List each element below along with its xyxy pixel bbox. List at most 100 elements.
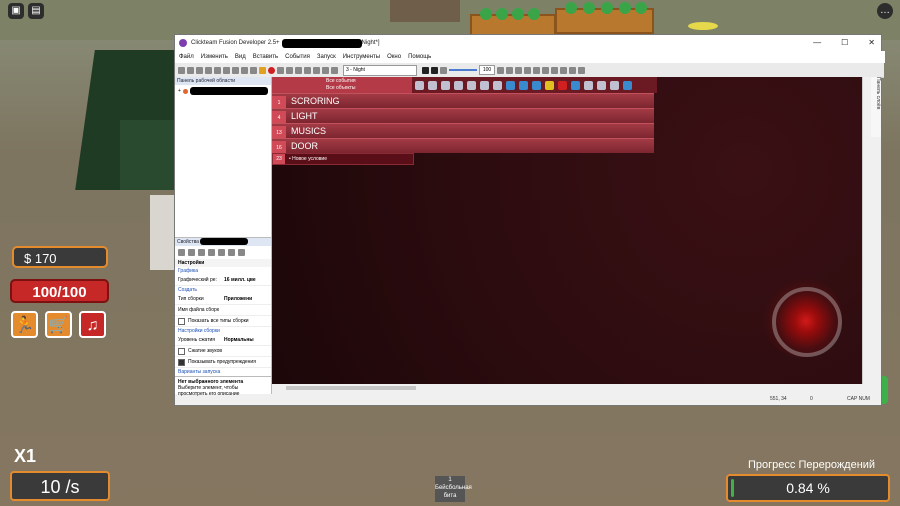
maximize-button[interactable]: ☐ bbox=[841, 38, 848, 47]
menu-view[interactable]: Вид bbox=[235, 54, 246, 60]
event-group-row[interactable]: 13 MUSICS bbox=[272, 123, 654, 140]
settings-tab-icon[interactable] bbox=[178, 249, 185, 256]
special-object-icon[interactable] bbox=[415, 80, 424, 90]
align-icon[interactable] bbox=[515, 66, 522, 74]
object-icon[interactable] bbox=[610, 80, 619, 90]
zoom-value[interactable]: 100 bbox=[479, 65, 495, 75]
group-icon[interactable] bbox=[533, 66, 540, 74]
event-editor-icon[interactable] bbox=[313, 66, 320, 74]
runtime-tab-icon[interactable] bbox=[198, 249, 205, 256]
expand-icon[interactable]: + bbox=[178, 88, 181, 94]
checkbox[interactable] bbox=[178, 317, 185, 325]
menu-events[interactable]: События bbox=[285, 54, 310, 60]
vertical-scrollbar[interactable] bbox=[862, 77, 871, 384]
about-tab-icon[interactable] bbox=[228, 249, 235, 256]
delete-icon[interactable] bbox=[232, 66, 239, 74]
property-checkbox-row[interactable]: Сжатие звуков bbox=[175, 346, 271, 357]
property-value[interactable]: Приложени bbox=[224, 296, 252, 302]
menu-insert[interactable]: Вставить bbox=[253, 54, 278, 60]
data-elements-icon[interactable] bbox=[331, 66, 338, 74]
event-group-row[interactable]: 4 LIGHT bbox=[272, 108, 654, 125]
window-tab-icon[interactable] bbox=[188, 249, 195, 256]
redo-icon[interactable] bbox=[250, 66, 257, 74]
frame-select[interactable]: 3 - Night bbox=[343, 64, 417, 76]
property-row[interactable]: Графический ре: 16 милл. цве bbox=[175, 275, 271, 286]
property-value[interactable]: Нормальны bbox=[224, 337, 254, 343]
new-condition-row[interactable]: 23 • Новое условие bbox=[272, 153, 414, 165]
event-list-icon[interactable] bbox=[322, 66, 329, 74]
open-icon[interactable] bbox=[187, 66, 194, 74]
storyboard-icon[interactable] bbox=[295, 66, 302, 74]
object-icon[interactable] bbox=[558, 80, 567, 90]
frame-editor-icon[interactable] bbox=[304, 66, 311, 74]
workspace-tree-item[interactable]: + bbox=[175, 85, 271, 97]
lock-icon[interactable] bbox=[551, 66, 558, 74]
menu-edit[interactable]: Изменить bbox=[201, 54, 228, 60]
rotate-icon[interactable] bbox=[569, 66, 576, 74]
mouse-object-icon[interactable] bbox=[480, 80, 489, 90]
menu-tools[interactable]: Инструменты bbox=[343, 54, 380, 60]
object-icon[interactable] bbox=[623, 80, 632, 90]
stop-icon[interactable] bbox=[268, 66, 275, 74]
zoom-icon[interactable] bbox=[440, 66, 447, 74]
menu-run[interactable]: Запуск bbox=[317, 54, 336, 60]
run-app-icon[interactable] bbox=[277, 66, 284, 74]
object-icon[interactable] bbox=[545, 80, 554, 90]
menu-file[interactable]: Файл bbox=[179, 54, 194, 60]
minimize-button[interactable]: — bbox=[813, 38, 821, 47]
layers-panel-tab[interactable]: Панель слоёв bbox=[871, 77, 881, 137]
prev-frame-icon[interactable] bbox=[422, 66, 429, 74]
close-button[interactable]: ✕ bbox=[868, 38, 875, 47]
flip-icon[interactable] bbox=[560, 66, 567, 74]
paste-icon[interactable] bbox=[223, 66, 230, 74]
player-object-icon[interactable] bbox=[493, 80, 502, 90]
horizontal-scrollbar[interactable] bbox=[272, 384, 862, 392]
copy-icon[interactable] bbox=[214, 66, 221, 74]
menu-window[interactable]: Окно bbox=[387, 54, 401, 60]
storyboard-object-icon[interactable] bbox=[441, 80, 450, 90]
sound-object-icon[interactable] bbox=[428, 80, 437, 90]
shop-button[interactable]: 🛒 bbox=[45, 311, 72, 338]
property-row[interactable]: Тип сборки Приложени bbox=[175, 294, 271, 305]
windows-tab-icon[interactable] bbox=[238, 249, 245, 256]
property-checkbox-row[interactable]: Показать все типы сборки bbox=[175, 316, 271, 327]
object-icon[interactable] bbox=[532, 80, 541, 90]
menu-help[interactable]: Помощь bbox=[408, 54, 431, 60]
more-icon[interactable]: … bbox=[877, 3, 893, 19]
object-icon[interactable] bbox=[506, 80, 515, 90]
ungroup-icon[interactable] bbox=[542, 66, 549, 74]
object-icon[interactable] bbox=[571, 80, 580, 90]
property-value[interactable]: 16 милл. цве bbox=[224, 277, 256, 283]
checkbox[interactable] bbox=[178, 347, 185, 355]
save-icon[interactable] bbox=[196, 66, 203, 74]
values-tab-icon[interactable] bbox=[208, 249, 215, 256]
object-icon[interactable] bbox=[597, 80, 606, 90]
checkbox-checked[interactable] bbox=[178, 358, 185, 366]
new-icon[interactable] bbox=[178, 66, 185, 74]
timer-object-icon[interactable] bbox=[454, 80, 463, 90]
chat-icon[interactable]: ▤ bbox=[28, 3, 44, 19]
event-group-row[interactable]: 16 DOOR bbox=[272, 138, 654, 155]
hotbar-slot[interactable]: 1 Бейсбольная бита bbox=[435, 476, 472, 502]
run-button[interactable]: 🏃 bbox=[11, 311, 38, 338]
layer-icon[interactable] bbox=[506, 66, 513, 74]
run-frame-icon[interactable] bbox=[286, 66, 293, 74]
order-icon[interactable] bbox=[524, 66, 531, 74]
next-frame-icon[interactable] bbox=[431, 66, 438, 74]
music-button[interactable]: ♫ bbox=[79, 311, 106, 338]
scroll-thumb[interactable] bbox=[286, 386, 416, 390]
zoom-slider[interactable] bbox=[449, 69, 477, 71]
roblox-menu-icon[interactable]: ▣ bbox=[8, 3, 24, 19]
help-icon[interactable] bbox=[259, 66, 266, 74]
event-group-row[interactable]: 1 SCRORING bbox=[272, 93, 654, 110]
cut-icon[interactable] bbox=[205, 66, 212, 74]
object-icon[interactable] bbox=[519, 80, 528, 90]
undo-icon[interactable] bbox=[241, 66, 248, 74]
events-tab-icon[interactable] bbox=[218, 249, 225, 256]
create-object-icon[interactable] bbox=[467, 80, 476, 90]
filter-icon[interactable] bbox=[578, 66, 585, 74]
property-row[interactable]: Имя файла сборк bbox=[175, 305, 271, 316]
property-checkbox-row[interactable]: Показывать предупреждения bbox=[175, 357, 271, 368]
object-icon[interactable] bbox=[584, 80, 593, 90]
property-row[interactable]: Уровень сжатия Нормальны bbox=[175, 335, 271, 346]
